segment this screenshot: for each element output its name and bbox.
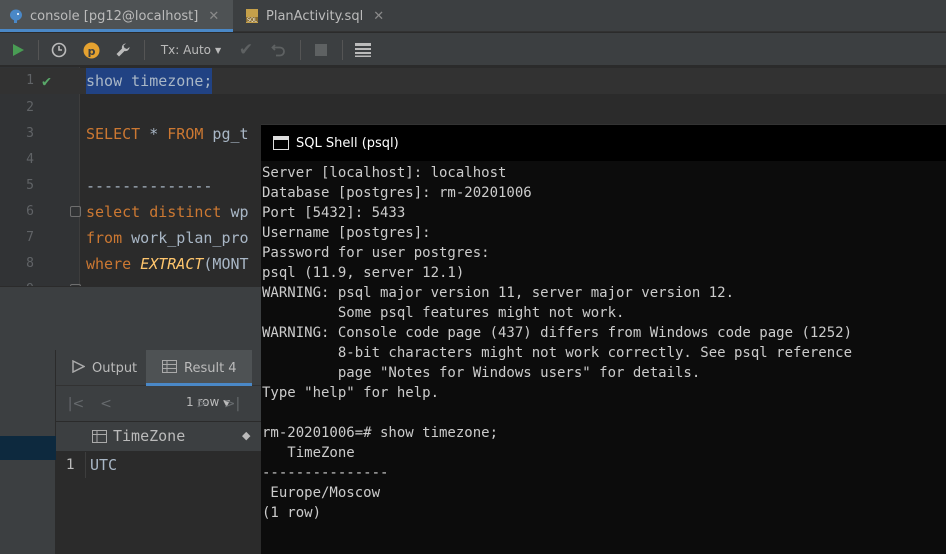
sql-keyword: where — [86, 255, 132, 273]
psql-titlebar[interactable]: SQL Shell (psql) — [261, 124, 946, 161]
terminal-line: WARNING: Console code page (437) differs… — [262, 325, 853, 341]
terminal-line: WARNING: psql major version 11, server m… — [262, 285, 735, 301]
toolbar-separator — [144, 40, 145, 60]
run-icon[interactable] — [8, 39, 28, 61]
column-header-timezone[interactable]: TimeZone — [92, 427, 185, 445]
commit-icon[interactable]: ✔ — [235, 39, 257, 61]
selected-session-highlight[interactable] — [0, 436, 56, 460]
code-text: from work_plan_pro — [86, 225, 249, 251]
terminal-line: Port [5432]: 5433 — [262, 205, 406, 221]
terminal-line: Europe/Moscow — [262, 485, 381, 501]
toolbar-separator — [38, 40, 39, 60]
row-number: 1 — [56, 452, 86, 478]
sort-icon[interactable]: ◆ — [242, 429, 250, 442]
terminal-line: Database [postgres]: rm-20201006 — [262, 185, 532, 201]
terminal-line: psql (11.9, server 12.1) — [262, 265, 465, 281]
history-icon[interactable] — [48, 39, 70, 61]
sql-text: wp — [221, 203, 249, 221]
close-icon[interactable]: ✕ — [208, 9, 219, 24]
postgres-elephant-icon — [8, 8, 24, 24]
tab-console[interactable]: console [pg12@localhost] ✕ — [0, 0, 233, 32]
psql-window[interactable]: SQL Shell (psql) Server [localhost]: loc… — [261, 124, 946, 554]
terminal-line: (1 row) — [262, 505, 322, 521]
sql-function: EXTRACT — [140, 255, 204, 273]
first-page-icon[interactable]: |< — [66, 394, 86, 414]
terminal-line: Some psql features might not work. — [262, 305, 625, 321]
code-text: select distinct wp — [86, 199, 249, 225]
sql-keyword: FROM — [167, 125, 204, 143]
close-icon[interactable]: ✕ — [373, 9, 384, 24]
code-line[interactable]: 2 — [0, 95, 946, 121]
sql-text: pg_t — [203, 125, 249, 143]
terminal-line: rm-20201006=# show timezone; — [262, 425, 499, 441]
line-number: 7 — [26, 230, 34, 245]
table-cell[interactable]: UTC — [90, 452, 117, 478]
code-text: show timezone; — [86, 68, 213, 94]
terminal-line: Username [postgres]: — [262, 225, 431, 241]
terminal-line: page "Notes for Windows users" for detai… — [262, 365, 701, 381]
toolbar-separator — [342, 40, 343, 60]
line-number: 6 — [26, 204, 34, 219]
tab-planactivity-label: PlanActivity.sql — [266, 8, 364, 24]
tx-mode-dropdown[interactable]: Tx: Auto ▼ — [156, 39, 226, 61]
sql-text: (MONT — [203, 255, 249, 273]
sql-keyword: SELECT — [86, 125, 141, 143]
code-text: SELECT * FROM pg_t — [86, 121, 249, 147]
line-number: 2 — [26, 100, 34, 115]
toolbar-separator — [300, 40, 301, 60]
tab-planactivity[interactable]: SQL PlanActivity.sql ✕ — [236, 0, 396, 32]
line-number: 8 — [26, 256, 34, 271]
terminal-output[interactable]: Server [localhost]: localhost Database [p… — [262, 163, 946, 523]
chevron-down-icon: ▼ — [215, 45, 222, 55]
stop-icon[interactable] — [310, 39, 332, 61]
svg-text:SQL: SQL — [247, 18, 257, 24]
wrench-icon[interactable] — [112, 39, 134, 61]
terminal-line: --------------- — [262, 465, 389, 481]
check-icon: ✔ — [42, 72, 52, 90]
terminal-line: Password for user postgres: — [262, 245, 490, 261]
console-toolbar: p Tx: Auto ▼ ✔ — [0, 33, 946, 66]
table-icon — [162, 360, 177, 376]
p-icon[interactable]: p — [80, 39, 102, 61]
tab-output-label: Output — [92, 360, 138, 376]
terminal-line: TimeZone — [262, 445, 355, 461]
sql-operator: * — [140, 125, 168, 143]
console-window-icon — [273, 136, 289, 150]
code-text: where EXTRACT(MONT — [86, 251, 249, 277]
fold-icon[interactable] — [70, 206, 81, 217]
line-number: 3 — [26, 126, 34, 141]
rollback-icon[interactable] — [268, 39, 290, 61]
line-number: 4 — [26, 152, 34, 167]
line-number: 5 — [26, 178, 34, 193]
sql-file-icon: SQL — [244, 8, 260, 24]
previous-page-icon[interactable]: < — [96, 394, 116, 414]
editor-tab-bar: console [pg12@localhost] ✕ SQL PlanActiv… — [0, 0, 946, 32]
tab-result-4-label: Result 4 — [184, 360, 237, 376]
line-number: 9 — [0, 277, 34, 286]
terminal-line: Server [localhost]: localhost — [262, 165, 507, 181]
next-page-icon[interactable]: > — [192, 394, 212, 414]
output-icon — [72, 359, 86, 376]
line-number: 1 — [26, 73, 34, 88]
services-side-strip — [0, 350, 56, 554]
code-comment: -------------- — [86, 177, 213, 195]
tab-console-label: console [pg12@localhost] — [30, 8, 199, 24]
code-line[interactable]: 1 ✔ show timezone; — [0, 68, 946, 94]
tab-output[interactable]: Output — [56, 350, 146, 386]
terminal-line: 8-bit characters might not work correctl… — [262, 345, 853, 361]
sql-keyword: from — [86, 229, 123, 247]
sql-text: work_plan_pro — [122, 229, 249, 247]
svg-text:p: p — [87, 45, 95, 58]
column-table-icon — [92, 429, 107, 443]
table-layout-icon[interactable] — [352, 39, 374, 61]
tab-result-4[interactable]: Result 4 — [146, 350, 252, 386]
last-page-icon[interactable]: >| — [222, 394, 242, 414]
sql-keyword: select distinct — [86, 203, 222, 221]
tx-mode-label: Tx: Auto — [160, 43, 211, 57]
column-header-label: TimeZone — [113, 427, 186, 445]
psql-window-title: SQL Shell (psql) — [296, 135, 399, 151]
terminal-line: Type "help" for help. — [262, 385, 440, 401]
